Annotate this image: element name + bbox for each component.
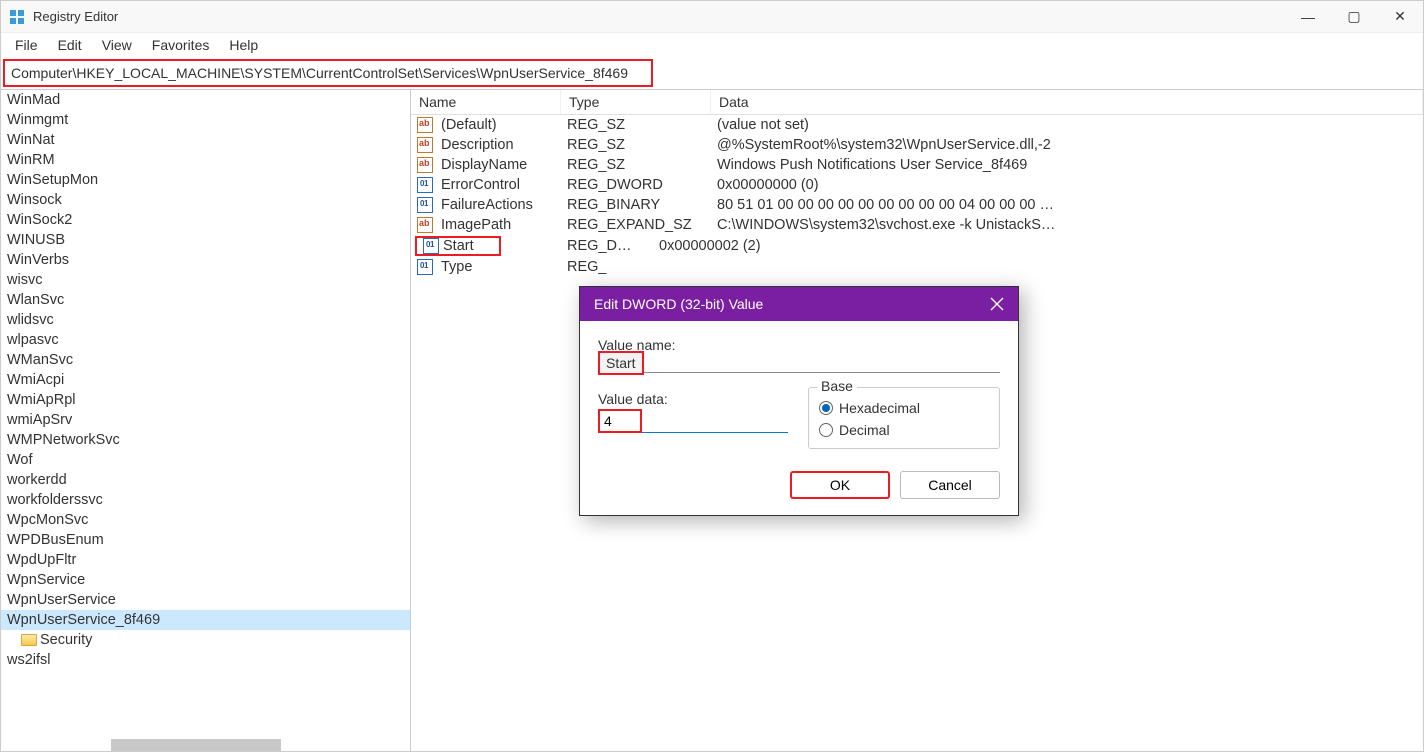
- radio-icon: [819, 401, 833, 415]
- menu-edit[interactable]: Edit: [48, 35, 92, 55]
- menu-view[interactable]: View: [92, 35, 142, 55]
- string-icon: [417, 117, 433, 133]
- tree-item[interactable]: WManSvc: [1, 350, 410, 370]
- tree-item[interactable]: Winsock: [1, 190, 410, 210]
- app-icon: [9, 9, 25, 25]
- value-row[interactable]: StartREG_DWORD0x00000002 (2): [411, 235, 1423, 257]
- ok-button[interactable]: OK: [790, 471, 890, 499]
- tree-item[interactable]: workerdd: [1, 470, 410, 490]
- menu-file[interactable]: File: [5, 35, 48, 55]
- value-row[interactable]: ErrorControlREG_DWORD0x00000000 (0): [411, 175, 1423, 195]
- radio-decimal[interactable]: Decimal: [819, 422, 989, 438]
- menu-help[interactable]: Help: [219, 35, 268, 55]
- string-icon: [417, 137, 433, 153]
- tree-item[interactable]: WPDBusEnum: [1, 530, 410, 550]
- tree-pane[interactable]: WinMadWinmgmtWinNatWinRMWinSetupMonWinso…: [1, 90, 411, 751]
- tree-item[interactable]: WlanSvc: [1, 290, 410, 310]
- tree-item[interactable]: wisvc: [1, 270, 410, 290]
- value-name-label: Value name:: [598, 337, 1000, 353]
- folder-icon: [21, 634, 37, 646]
- col-header-name[interactable]: Name: [411, 90, 561, 114]
- tree-item[interactable]: WinNat: [1, 130, 410, 150]
- tree-item[interactable]: WinSock2: [1, 210, 410, 230]
- menubar: File Edit View Favorites Help: [1, 33, 1423, 57]
- menu-favorites[interactable]: Favorites: [142, 35, 220, 55]
- col-header-data[interactable]: Data: [711, 90, 1423, 114]
- string-icon: [417, 157, 433, 173]
- value-row[interactable]: DisplayNameREG_SZWindows Push Notificati…: [411, 155, 1423, 175]
- maximize-button[interactable]: ▢: [1331, 1, 1377, 33]
- binary-icon: [423, 238, 439, 254]
- cancel-button[interactable]: Cancel: [900, 471, 1000, 499]
- value-row[interactable]: DescriptionREG_SZ@%SystemRoot%\system32\…: [411, 135, 1423, 155]
- value-data-field[interactable]: 4: [598, 409, 642, 433]
- radio-icon: [819, 423, 833, 437]
- tree-item[interactable]: WpnService: [1, 570, 410, 590]
- tree-item[interactable]: WmiAcpi: [1, 370, 410, 390]
- radio-hexadecimal[interactable]: Hexadecimal: [819, 400, 989, 416]
- tree-item[interactable]: WinVerbs: [1, 250, 410, 270]
- tree-item[interactable]: WpnUserService: [1, 590, 410, 610]
- tree-item[interactable]: workfolderssvc: [1, 490, 410, 510]
- tree-item[interactable]: wlpasvc: [1, 330, 410, 350]
- tree-item[interactable]: WpdUpFltr: [1, 550, 410, 570]
- close-button[interactable]: ✕: [1377, 1, 1423, 33]
- dialog-titlebar[interactable]: Edit DWORD (32-bit) Value: [580, 287, 1018, 321]
- horizontal-scrollbar[interactable]: [111, 739, 281, 751]
- tree-item[interactable]: ws2ifsl: [1, 650, 410, 670]
- tree-item[interactable]: Wof: [1, 450, 410, 470]
- dialog-title: Edit DWORD (32-bit) Value: [594, 296, 763, 312]
- list-header[interactable]: Name Type Data: [411, 90, 1423, 115]
- tree-item[interactable]: WmiApRpl: [1, 390, 410, 410]
- tree-item[interactable]: wlidsvc: [1, 310, 410, 330]
- string-icon: [417, 217, 433, 233]
- window-title: Registry Editor: [33, 9, 1285, 24]
- binary-icon: [417, 177, 433, 193]
- value-data-label: Value data:: [598, 391, 788, 407]
- tree-item[interactable]: WpcMonSvc: [1, 510, 410, 530]
- minimize-button[interactable]: —: [1285, 1, 1331, 33]
- binary-icon: [417, 259, 433, 275]
- tree-item[interactable]: WpnUserService_8f469: [1, 610, 410, 630]
- binary-icon: [417, 197, 433, 213]
- tree-item[interactable]: wmiApSrv: [1, 410, 410, 430]
- value-row[interactable]: (Default)REG_SZ(value not set): [411, 115, 1423, 135]
- address-path: Computer\HKEY_LOCAL_MACHINE\SYSTEM\Curre…: [11, 65, 628, 81]
- tree-item[interactable]: WINUSB: [1, 230, 410, 250]
- tree-item[interactable]: WinRM: [1, 150, 410, 170]
- base-group: Base Hexadecimal Decimal: [808, 387, 1000, 449]
- titlebar[interactable]: Registry Editor — ▢ ✕: [1, 1, 1423, 33]
- value-row[interactable]: ImagePathREG_EXPAND_SZC:\WINDOWS\system3…: [411, 215, 1423, 235]
- tree-item[interactable]: WinMad: [1, 90, 410, 110]
- tree-item[interactable]: WMPNetworkSvc: [1, 430, 410, 450]
- tree-item[interactable]: Security: [1, 630, 410, 650]
- col-header-type[interactable]: Type: [561, 90, 711, 114]
- edit-dword-dialog: Edit DWORD (32-bit) Value Value name: St…: [579, 286, 1019, 516]
- tree-item[interactable]: Winmgmt: [1, 110, 410, 130]
- base-label: Base: [817, 378, 857, 394]
- value-row[interactable]: FailureActionsREG_BINARY80 51 01 00 00 0…: [411, 195, 1423, 215]
- dialog-close-icon[interactable]: [990, 297, 1004, 311]
- value-row[interactable]: TypeREG_: [411, 257, 1423, 277]
- value-name-field[interactable]: Start: [598, 351, 644, 375]
- tree-item[interactable]: WinSetupMon: [1, 170, 410, 190]
- address-bar[interactable]: Computer\HKEY_LOCAL_MACHINE\SYSTEM\Curre…: [3, 59, 653, 87]
